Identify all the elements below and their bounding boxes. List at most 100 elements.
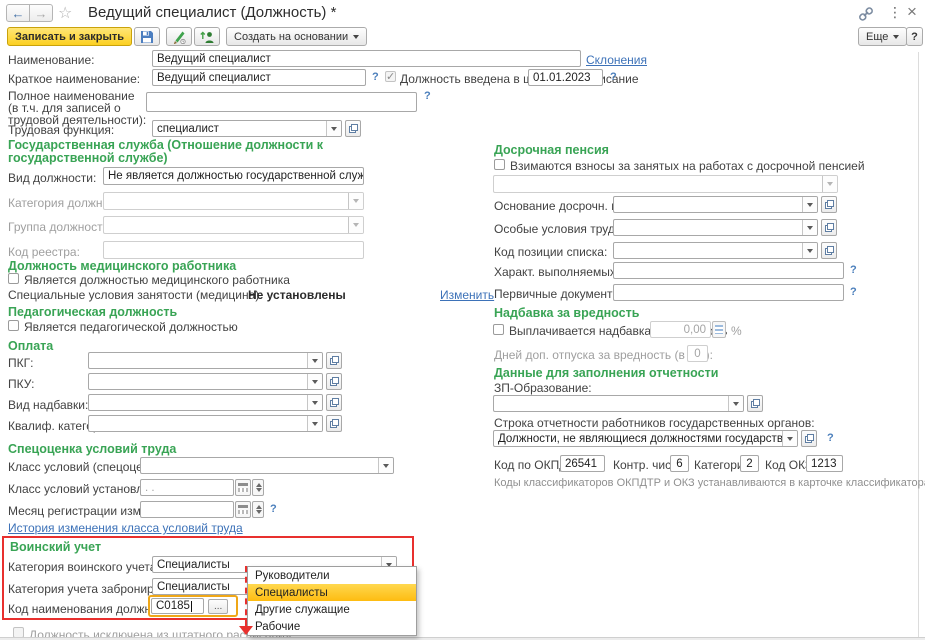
chevron-down-icon[interactable] — [307, 353, 322, 368]
chevron-down-icon[interactable] — [378, 458, 393, 473]
special-work-conditions-combobox[interactable] — [613, 219, 818, 236]
position-group-label: Группа должности: — [8, 220, 113, 234]
change-link[interactable]: Изменить — [440, 288, 494, 302]
chevron-down-icon[interactable] — [782, 431, 797, 446]
pkg-open-button[interactable] — [326, 352, 342, 369]
list-position-open-button[interactable] — [821, 242, 837, 259]
dropdown-item[interactable]: Другие служащие — [248, 601, 416, 618]
class-history-link[interactable]: История изменения класса условий труда — [8, 521, 243, 535]
okz-input[interactable]: 1213 — [806, 455, 843, 472]
dropdown-item[interactable]: Руководители — [248, 567, 416, 584]
staffing-date-input[interactable]: 01.01.2023 — [528, 69, 603, 86]
month-help-icon[interactable]: ? — [270, 503, 277, 515]
pku-open-button[interactable] — [326, 373, 342, 390]
employees-button[interactable] — [194, 27, 220, 46]
open-icon — [330, 398, 339, 407]
work-nature-help-icon[interactable]: ? — [850, 264, 857, 276]
okpdtr-input[interactable]: 26541 — [560, 455, 605, 472]
zp-education-combobox[interactable] — [493, 395, 744, 412]
month-registration-input[interactable] — [140, 501, 234, 518]
special-work-open-button[interactable] — [821, 219, 837, 236]
pension-contrib-checkbox[interactable] — [494, 159, 505, 170]
extra-vacation-days-input[interactable]: 0 — [687, 345, 708, 362]
record-pen-button[interactable] — [166, 27, 192, 46]
early-pension-header: Досрочная пенсия — [494, 143, 609, 157]
report-line-open-button[interactable] — [801, 430, 817, 447]
help-button[interactable]: ? — [906, 27, 923, 46]
close-icon[interactable]: × — [907, 2, 917, 22]
dropdown-item[interactable]: Рабочие — [248, 618, 416, 635]
calendar-icon[interactable] — [235, 501, 251, 518]
link-icon[interactable] — [858, 6, 874, 27]
allowance-kind-combobox[interactable] — [88, 394, 323, 411]
month-spinner[interactable] — [252, 501, 264, 518]
full-name-help-icon[interactable]: ? — [424, 90, 431, 102]
pku-combobox[interactable] — [88, 373, 323, 390]
position-group-combobox[interactable] — [103, 216, 364, 234]
chevron-down-icon[interactable] — [802, 197, 817, 212]
position-kind-combobox[interactable]: Не является должностью государственной с… — [103, 167, 364, 185]
declensions-link[interactable]: Склонения — [586, 53, 647, 67]
category-input[interactable]: 2 — [740, 455, 759, 472]
zp-education-open-button[interactable] — [747, 395, 763, 412]
work-nature-input[interactable] — [613, 262, 844, 279]
short-name-input[interactable]: Ведущий специалист — [152, 69, 366, 86]
registry-code-input[interactable] — [103, 241, 364, 259]
back-button[interactable]: ← — [6, 4, 30, 22]
medical-checkbox[interactable] — [8, 273, 19, 284]
chevron-down-icon[interactable] — [728, 396, 743, 411]
code-choose-button[interactable]: ... — [208, 599, 228, 614]
pkg-combobox[interactable] — [88, 352, 323, 369]
chevron-down-icon[interactable] — [802, 243, 817, 258]
pension-kind-combobox[interactable] — [493, 175, 838, 193]
save-and-close-button[interactable]: Записать и закрыть — [7, 27, 132, 46]
report-line-help-icon[interactable]: ? — [827, 432, 834, 444]
more-button[interactable]: Еще — [858, 27, 907, 46]
calculator-icon[interactable] — [712, 321, 726, 338]
forward-button[interactable]: → — [29, 4, 53, 22]
harm-allowance-checkbox[interactable] — [493, 324, 504, 335]
harm-percent-input[interactable]: 0,00 — [650, 321, 711, 338]
staffing-help-icon[interactable]: ? — [610, 71, 617, 83]
staffing-checkbox[interactable] — [385, 71, 396, 82]
date-spinner[interactable] — [252, 479, 264, 496]
qualification-open-button[interactable] — [326, 415, 342, 432]
conditions-class-combobox[interactable] — [140, 457, 394, 474]
pku-label: ПКУ: — [8, 377, 34, 391]
pension-contrib-label: Взимаются взносы за занятых на работах с… — [510, 159, 865, 173]
pension-basis-combobox[interactable] — [613, 196, 818, 213]
chevron-down-icon[interactable] — [307, 416, 322, 431]
create-based-on-button[interactable]: Создать на основании — [226, 27, 367, 46]
chevron-down-icon — [348, 217, 363, 233]
person-up-arrow-icon — [200, 30, 214, 44]
chevron-down-icon[interactable] — [307, 395, 322, 410]
position-name-code-input[interactable]: C0185 — [151, 598, 204, 614]
labor-function-combobox[interactable]: специалист — [152, 120, 342, 137]
chevron-down-icon[interactable] — [802, 220, 817, 235]
save-button[interactable] — [134, 27, 160, 46]
pedagogical-checkbox[interactable] — [8, 320, 19, 331]
right-border — [918, 52, 919, 637]
position-category-combobox[interactable] — [103, 192, 364, 210]
dropdown-item-selected[interactable]: Специалисты — [248, 584, 416, 601]
primary-docs-help-icon[interactable]: ? — [850, 286, 857, 298]
allowance-open-button[interactable] — [326, 394, 342, 411]
control-number-input[interactable]: 6 — [670, 455, 689, 472]
more-menu-icon[interactable]: ⋮ — [888, 4, 902, 21]
labor-function-open-button[interactable] — [345, 120, 361, 137]
short-name-label: Краткое наименование: — [8, 72, 140, 86]
chevron-down-icon[interactable] — [326, 121, 341, 136]
short-name-help-icon[interactable]: ? — [372, 71, 379, 83]
name-input[interactable]: Ведущий специалист — [152, 50, 581, 67]
list-position-code-combobox[interactable] — [613, 242, 818, 259]
full-name-input[interactable] — [146, 92, 417, 112]
chevron-down-icon[interactable] — [307, 374, 322, 389]
class-set-from-input[interactable]: . . — [140, 479, 234, 496]
position-form-window: ← → ☆ Ведущий специалист (Должность) * ⋮… — [0, 0, 925, 640]
pension-basis-open-button[interactable] — [821, 196, 837, 213]
favorite-star-icon[interactable]: ☆ — [58, 3, 72, 23]
report-line-combobox[interactable]: Должности, не являющиеся должностями гос… — [493, 430, 798, 447]
primary-docs-input[interactable] — [613, 284, 844, 301]
calendar-icon[interactable] — [235, 479, 251, 496]
qualification-category-combobox[interactable] — [88, 415, 323, 432]
